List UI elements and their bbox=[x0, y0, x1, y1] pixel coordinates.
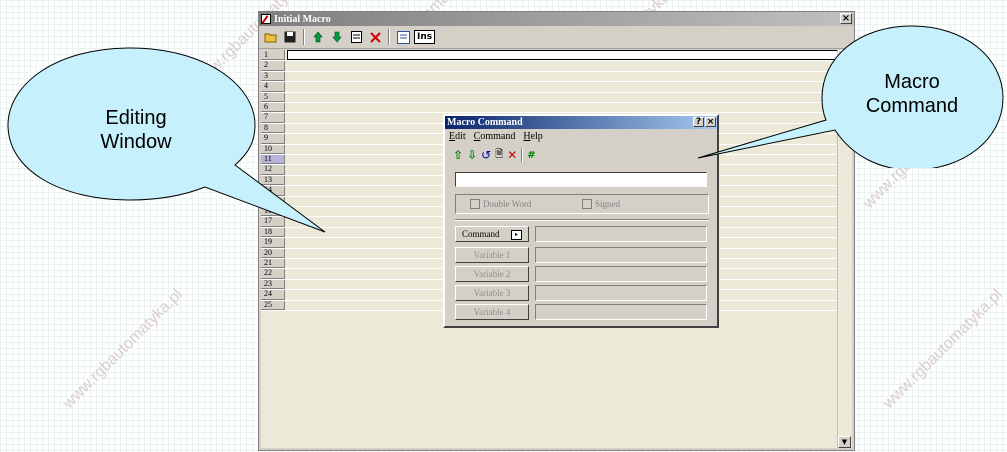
toolbar-separator bbox=[388, 29, 390, 45]
menu-help[interactable]: Help bbox=[523, 131, 542, 142]
variable-3-button[interactable]: Variable 3 bbox=[455, 285, 529, 301]
toolbar-separator bbox=[521, 148, 524, 162]
scroll-down-icon[interactable]: ▼ bbox=[838, 436, 851, 448]
variable-row: Variable 4 bbox=[455, 304, 709, 320]
variable-2-button[interactable]: Variable 2 bbox=[455, 266, 529, 282]
properties-icon[interactable] bbox=[348, 29, 364, 45]
edit-icon[interactable] bbox=[395, 29, 411, 45]
variable-1-button[interactable]: Variable 1 bbox=[455, 247, 529, 263]
menu-edit[interactable]: Edit bbox=[449, 131, 466, 142]
line-number: 24 bbox=[261, 289, 285, 300]
dialog-title-bar: Macro Command ? × bbox=[445, 116, 717, 129]
signed-checkbox[interactable]: Signed bbox=[582, 199, 620, 209]
line-number: 22 bbox=[261, 268, 285, 279]
editing-window-label: Editing Window bbox=[76, 106, 196, 154]
options-group: Double Word Signed bbox=[455, 194, 709, 214]
variable-3-field[interactable] bbox=[535, 285, 707, 301]
variable-4-button[interactable]: Variable 4 bbox=[455, 304, 529, 320]
dialog-toolbar: ⇧ ⇩ ↺ 🗎 ✕ # bbox=[445, 144, 717, 166]
checkbox-box bbox=[582, 199, 592, 209]
callout-line: Window bbox=[100, 131, 172, 153]
checkbox-box bbox=[470, 199, 480, 209]
arrow-down-icon[interactable]: ⇩ bbox=[467, 148, 477, 162]
double-word-label: Double Word bbox=[483, 199, 532, 209]
command-button[interactable]: Command ▸ bbox=[455, 226, 529, 242]
properties-icon[interactable]: 🗎 bbox=[495, 147, 503, 164]
line-number: 21 bbox=[261, 258, 285, 269]
move-down-icon[interactable] bbox=[329, 29, 345, 45]
command-field[interactable] bbox=[535, 226, 707, 242]
variable-row: Variable 2 bbox=[455, 266, 709, 282]
line-number: 20 bbox=[261, 247, 285, 258]
macro-app-icon bbox=[261, 14, 271, 24]
arrow-up-icon[interactable]: ⇧ bbox=[453, 148, 463, 162]
line-number: 23 bbox=[261, 278, 285, 290]
line-number: 25 bbox=[261, 299, 285, 310]
delete-icon[interactable]: ✕ bbox=[507, 148, 517, 162]
signed-label: Signed bbox=[595, 199, 621, 209]
callout-line: Macro bbox=[884, 71, 940, 93]
dropdown-arrow-icon[interactable]: ▸ bbox=[511, 230, 522, 240]
macro-command-label: Macro Command bbox=[852, 70, 972, 118]
macro-command-dialog: Macro Command ? × Edit Command Help ⇧ ⇩ … bbox=[443, 114, 719, 328]
callout-line: Command bbox=[865, 95, 959, 117]
variable-4-field[interactable] bbox=[535, 304, 707, 320]
variable-row: Variable 3 bbox=[455, 285, 709, 301]
hash-icon[interactable]: # bbox=[527, 150, 535, 161]
dialog-title: Macro Command bbox=[447, 117, 523, 128]
undo-icon[interactable]: ↺ bbox=[481, 148, 491, 162]
divider bbox=[455, 219, 709, 221]
double-word-checkbox[interactable]: Double Word bbox=[470, 199, 531, 209]
dialog-menubar: Edit Command Help bbox=[445, 129, 717, 144]
menu-command[interactable]: Command bbox=[474, 131, 516, 142]
command-label: Command bbox=[462, 229, 500, 239]
variable-row: Variable 1 bbox=[455, 247, 709, 263]
insert-mode-toggle[interactable]: Ins bbox=[414, 30, 436, 44]
window-title: Initial Macro bbox=[274, 13, 331, 25]
variable-1-field[interactable] bbox=[535, 247, 707, 263]
callout-line: Editing bbox=[105, 107, 167, 129]
variable-2-field[interactable] bbox=[535, 266, 707, 282]
macro-command-input[interactable] bbox=[455, 172, 707, 187]
delete-icon[interactable] bbox=[367, 29, 383, 45]
command-row: Command ▸ bbox=[455, 226, 709, 242]
